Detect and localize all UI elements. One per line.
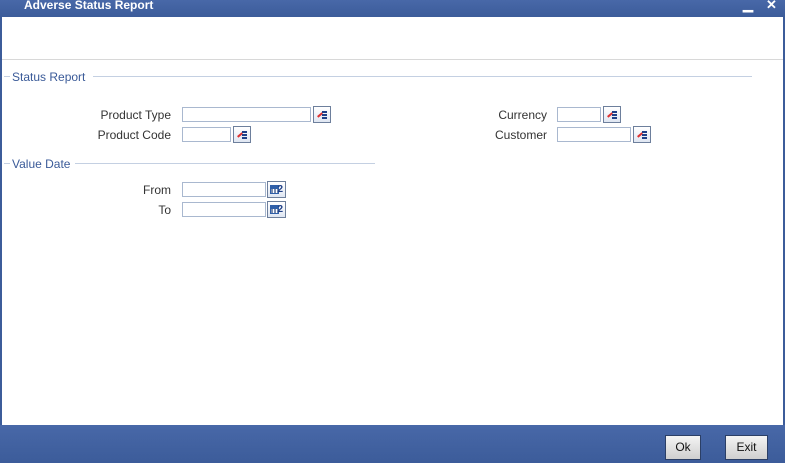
close-icon[interactable]: ✕ (766, 0, 777, 13)
product-code-label: Product Code (97, 128, 171, 142)
customer-label: Customer (494, 128, 547, 142)
currency-label: Currency (498, 108, 547, 122)
toolbar-area (2, 17, 783, 60)
from-date-label: From (143, 183, 171, 197)
product-type-lov-icon[interactable] (313, 106, 331, 123)
window-frame (0, 17, 785, 425)
section-title-value-date: Value Date (12, 157, 71, 171)
product-code-input[interactable] (182, 127, 231, 142)
from-calendar-icon[interactable]: 2 (267, 181, 286, 198)
product-type-input[interactable] (182, 107, 311, 122)
product-type-label: Product Type (100, 108, 172, 122)
section-divider-lead (4, 76, 10, 77)
footer-bar: Ok Exit (0, 425, 785, 463)
currency-input[interactable] (557, 107, 601, 122)
window-title: Adverse Status Report (24, 0, 154, 12)
section-divider-lead (4, 163, 10, 164)
to-calendar-icon[interactable]: 2 (267, 201, 286, 218)
exit-button[interactable]: Exit (725, 435, 768, 460)
minimize-icon[interactable]: ▁ (743, 0, 753, 13)
title-bar: Adverse Status Report ▁ ✕ (0, 0, 785, 17)
section-title-status-report: Status Report (12, 70, 86, 84)
section-divider (75, 163, 375, 164)
from-date-input[interactable] (182, 182, 266, 197)
to-date-input[interactable] (182, 202, 266, 217)
ok-button[interactable]: Ok (665, 435, 701, 460)
customer-input[interactable] (557, 127, 631, 142)
currency-lov-icon[interactable] (603, 106, 621, 123)
customer-lov-icon[interactable] (633, 126, 651, 143)
to-date-label: To (158, 203, 171, 217)
product-code-lov-icon[interactable] (233, 126, 251, 143)
section-divider (93, 76, 752, 77)
